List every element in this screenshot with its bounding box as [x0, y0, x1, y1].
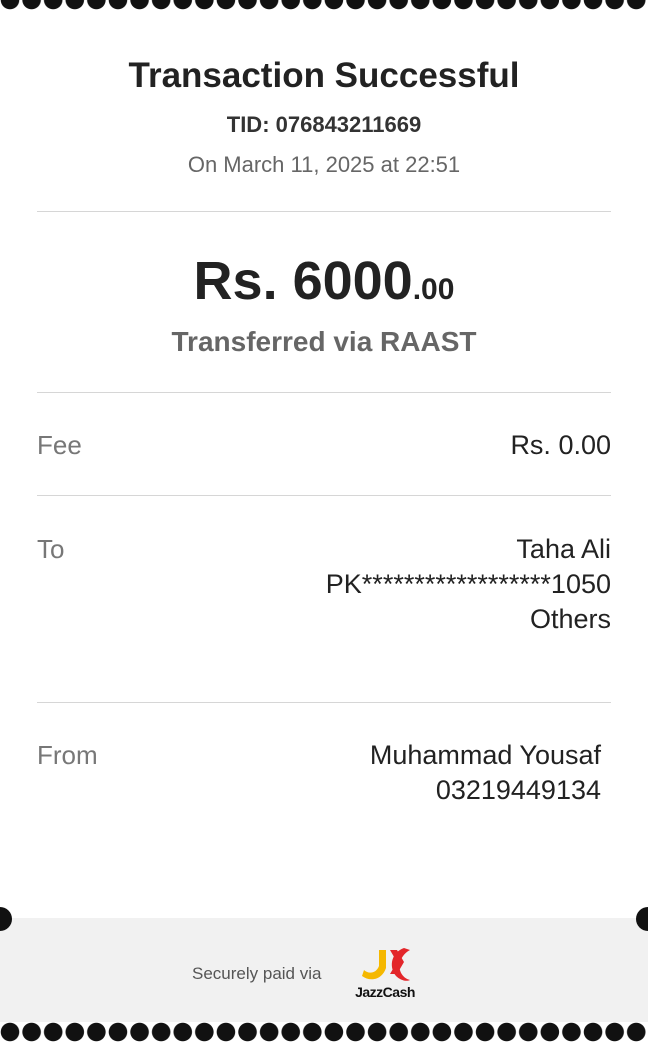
transaction-date: On March 11, 2025 at 22:51: [187, 152, 461, 177]
jazzcash-wordmark: JazzCash: [355, 984, 415, 1000]
footer: [0, 918, 648, 1022]
to-label: To: [37, 534, 65, 564]
transfer-method: Transferred via RAAST: [171, 326, 477, 357]
receipt-top-edge: [0, 0, 648, 10]
transaction-id: TID: 076843211669: [226, 112, 422, 137]
recipient-details: Taha Ali PK******************1050 Others: [326, 532, 611, 637]
amount: Rs. 6000.00: [0, 250, 648, 312]
recipient-bank: Others: [529, 604, 611, 634]
fee-value: Rs. 0.00: [510, 430, 611, 460]
divider: [37, 495, 611, 496]
amount-decimal: .00: [412, 273, 455, 306]
fee-label: Fee: [37, 430, 82, 460]
recipient-name: Taha Ali: [516, 534, 611, 564]
sender-name: Muhammad Yousaf: [369, 740, 601, 770]
divider: [37, 211, 611, 212]
divider: [37, 392, 611, 393]
sender-details: Muhammad Yousaf 03219449134: [370, 738, 601, 808]
recipient-account: PK******************1050: [325, 569, 611, 599]
divider: [37, 702, 611, 703]
secure-text: Securely paid via: [192, 964, 322, 983]
sender-number: 03219449134: [435, 775, 601, 805]
amount-main: Rs. 6000: [193, 251, 413, 311]
receipt-bottom-edge: [0, 1022, 648, 1042]
from-label: From: [37, 740, 98, 770]
page-title: Transaction Successful: [128, 56, 520, 95]
